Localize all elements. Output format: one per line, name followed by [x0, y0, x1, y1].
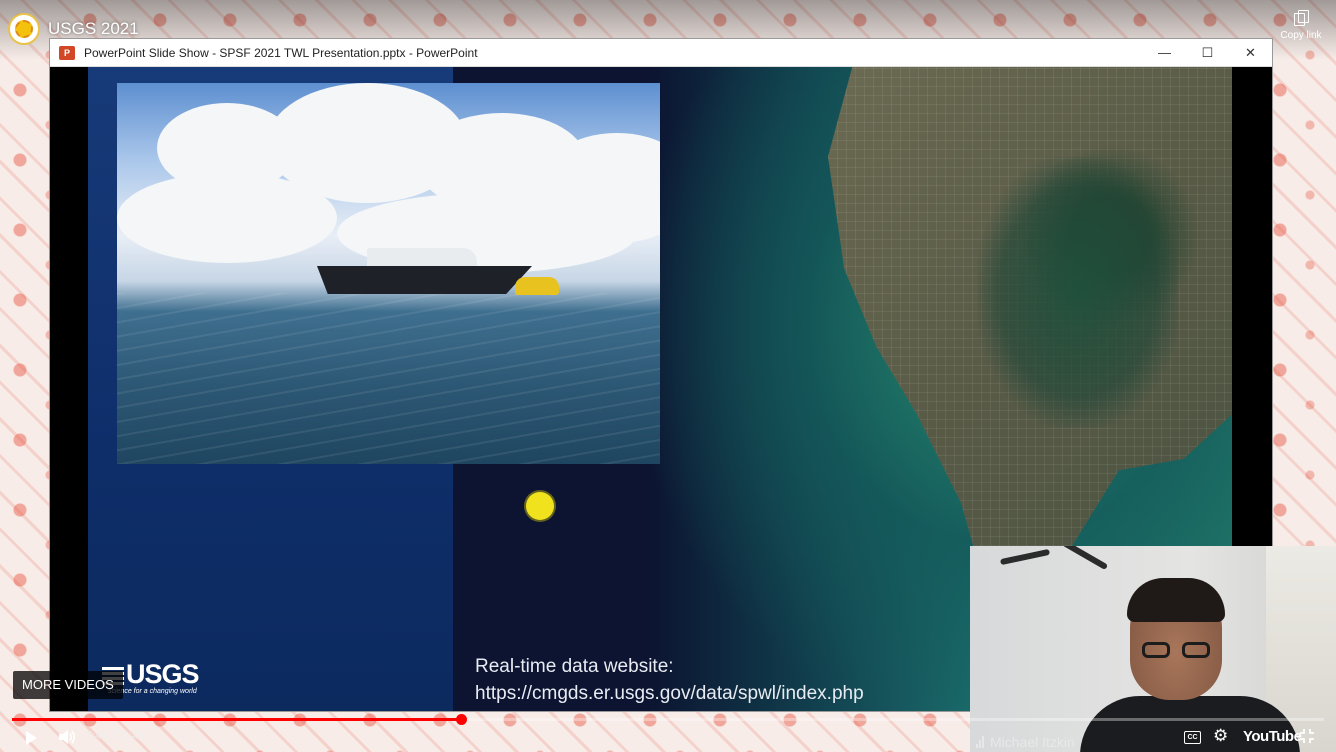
copy-link-label: Copy link — [1280, 30, 1322, 41]
research-boat — [317, 248, 532, 296]
exit-fullscreen-icon[interactable] — [1300, 729, 1314, 743]
window-controls: — ☐ ✕ — [1143, 39, 1272, 66]
play-icon[interactable] — [26, 731, 37, 745]
time-display: 7:46 / 22:43 — [86, 730, 145, 742]
laser-pointer — [526, 492, 554, 520]
progress-bar-played — [12, 718, 461, 721]
window-title: PowerPoint Slide Show - SPSF 2021 TWL Pr… — [84, 45, 478, 60]
sun-icon — [15, 20, 33, 38]
ocean-waves — [117, 293, 660, 464]
maximize-button[interactable]: ☐ — [1186, 39, 1229, 66]
youtube-logo[interactable]: YouTube — [1243, 728, 1302, 745]
minimize-button[interactable]: — — [1143, 39, 1186, 66]
person-glasses — [1142, 642, 1212, 660]
ceiling-fan — [999, 546, 1120, 571]
progress-bar[interactable] — [12, 714, 1324, 725]
yellow-buoy — [515, 277, 559, 295]
more-videos-button[interactable]: MORE VIDEOS — [13, 671, 123, 699]
slide-caption-line1: Real-time data website: — [475, 656, 674, 677]
powerpoint-icon: P — [59, 45, 75, 60]
slide-caption: Real-time data website: https://cmgds.er… — [475, 653, 864, 707]
channel-avatar[interactable] — [8, 13, 40, 45]
video-title[interactable]: USGS 2021 — [48, 19, 139, 39]
slide-caption-url: https://cmgds.er.usgs.gov/data/spwl/inde… — [475, 683, 864, 704]
close-button[interactable]: ✕ — [1229, 39, 1272, 66]
usgs-logo-word: USGS — [126, 659, 200, 689]
powerpoint-title-bar: P PowerPoint Slide Show - SPSF 2021 TWL … — [50, 39, 1272, 67]
boat-photo — [117, 83, 660, 464]
copy-icon — [1294, 10, 1309, 26]
gear-icon[interactable]: ⚙ — [1213, 727, 1228, 744]
satellite-bay — [978, 157, 1178, 427]
copy-link-button[interactable]: Copy link — [1278, 10, 1324, 41]
player-controls: 7:46 / 22:43 CC ⚙ YouTube — [0, 722, 1336, 752]
closed-captions-icon[interactable]: CC — [1184, 731, 1201, 744]
volume-icon[interactable] — [58, 729, 76, 745]
person-hair — [1127, 578, 1225, 622]
